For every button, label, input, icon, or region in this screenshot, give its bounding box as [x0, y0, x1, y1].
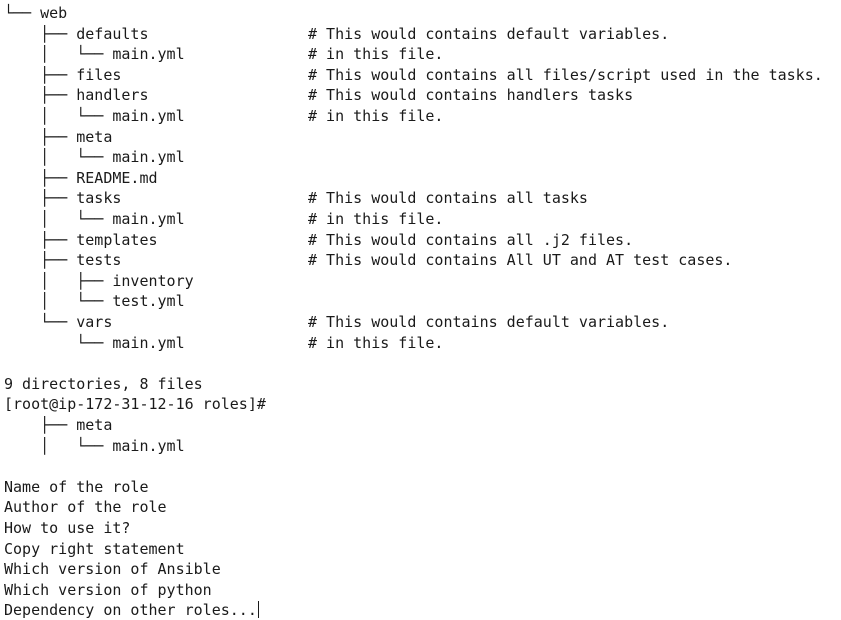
line-text: ├── files	[4, 65, 122, 84]
line-text: ├── defaults	[4, 24, 149, 43]
tree-line-tests-inventory: │ ├── inventory	[4, 271, 194, 292]
line-text: ├── templates	[4, 230, 158, 249]
line-text: └── vars	[4, 313, 113, 331]
tree-line-files: ├── files # This would contains all files…	[4, 65, 823, 86]
line-text: ├── handlers	[4, 86, 149, 105]
line-text: ├── tasks	[4, 189, 122, 208]
line-text: │ └── main.yml	[4, 148, 185, 167]
note-line-author: Author of the role	[4, 497, 167, 518]
line-text: │ └── test.yml	[4, 292, 185, 311]
line-comment: # This would contains all files/script u…	[308, 65, 823, 84]
tree-line-vars: └── vars # This would contains default va…	[4, 312, 669, 333]
line-text: └── web	[4, 4, 68, 22]
line-comment: # This would contains default variables.	[308, 313, 670, 331]
line-text: └── main.yml	[4, 333, 185, 352]
line-comment: # This would contains handlers tasks	[308, 86, 634, 105]
note-line-python-version: Which version of python	[4, 580, 212, 601]
tree-line-tasks: ├── tasks # This would contains all tasks	[4, 188, 588, 209]
line-text: How to use it?	[4, 519, 131, 537]
note-line-role-name: Name of the role	[4, 477, 149, 498]
tree-line-tasks-main: │ └── main.yml # in this file.	[4, 209, 443, 230]
note-line-dependency: Dependency on other roles...	[4, 600, 259, 620]
line-text: ├── tests	[4, 251, 122, 270]
tree-line-meta-main: │ └── main.yml	[4, 147, 185, 168]
terminal-output[interactable]: └── web ├── defaults # This would contain…	[0, 0, 841, 620]
line-text: ├── README.md	[4, 168, 158, 187]
note-line-copyright: Copy right statement	[4, 539, 185, 560]
line-text: │ ├── inventory	[4, 271, 194, 290]
note-line-usage: How to use it?	[4, 518, 130, 539]
line-text: │ └── main.yml	[4, 210, 185, 228]
line-text: Which version of Ansible	[4, 560, 221, 579]
line-comment: # This would contains default variables.	[308, 24, 670, 43]
tree-line-defaults: ├── defaults # This would contains defaul…	[4, 24, 669, 45]
line-text: ├── meta	[4, 127, 113, 146]
line-comment: # in this file.	[308, 45, 444, 64]
tree-line-readme: ├── README.md	[4, 168, 158, 189]
line-comment: # This would contains All UT and AT test…	[308, 251, 733, 270]
tree-line-meta-main-2: │ └── main.yml	[4, 436, 185, 457]
tree-line-meta-2: ├── meta	[4, 415, 112, 436]
line-comment: # in this file.	[308, 210, 444, 228]
line-comment: # This would contains all tasks	[308, 189, 588, 208]
tree-line-root: └── web	[4, 3, 67, 24]
line-text: │ └── main.yml	[4, 436, 185, 455]
text-cursor	[257, 601, 259, 619]
line-text: 9 directories, 8 files	[4, 374, 203, 393]
tree-line-templates: ├── templates # This would contains all .…	[4, 230, 633, 251]
tree-line-defaults-main: │ └── main.yml # in this file.	[4, 44, 443, 65]
line-text: Which version of python	[4, 580, 212, 599]
line-comment: # in this file.	[308, 333, 444, 352]
tree-line-handlers-main: │ └── main.yml # in this file.	[4, 106, 443, 127]
line-text: ├── meta	[4, 416, 113, 434]
line-text: │ └── main.yml	[4, 45, 185, 64]
tree-line-tests-testyml: │ └── test.yml	[4, 291, 185, 312]
tree-line-meta: ├── meta	[4, 127, 112, 148]
line-text: Dependency on other roles...	[4, 601, 257, 620]
line-text: │ └── main.yml	[4, 107, 185, 125]
summary-line: 9 directories, 8 files	[4, 374, 203, 395]
tree-line-vars-main: └── main.yml # in this file.	[4, 333, 443, 354]
line-text: Copy right statement	[4, 539, 185, 558]
prompt-text: [root@ip-172-31-12-16 roles]#	[4, 395, 266, 414]
line-comment: # in this file.	[308, 107, 444, 125]
tree-line-tests: ├── tests # This would contains All UT an…	[4, 250, 732, 271]
line-comment: # This would contains all .j2 files.	[308, 230, 634, 249]
line-text: Name of the role	[4, 477, 149, 496]
line-text: Author of the role	[4, 498, 167, 517]
shell-prompt: [root@ip-172-31-12-16 roles]#	[4, 394, 266, 415]
tree-line-handlers: ├── handlers # This would contains handle…	[4, 85, 633, 106]
note-line-ansible-version: Which version of Ansible	[4, 559, 221, 580]
